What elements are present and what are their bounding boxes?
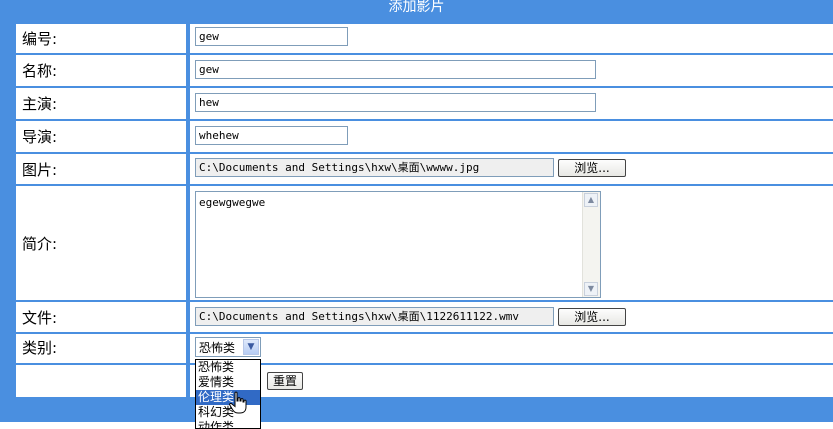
image-label: 图片:	[22, 161, 58, 179]
category-option[interactable]: 爱情类	[196, 375, 260, 390]
image-path-input[interactable]: C:\Documents and Settings\hxw\桌面\wwww.jp…	[195, 158, 554, 177]
intro-textarea[interactable]: egewgwegwe ▲ ▼	[195, 191, 601, 298]
starring-label: 主演:	[22, 95, 58, 113]
form-footer-bar	[16, 402, 833, 422]
scroll-up-icon[interactable]: ▲	[584, 193, 598, 207]
row-intro: 简介: egewgwegwe ▲ ▼	[16, 186, 833, 300]
intro-label: 简介:	[22, 235, 58, 253]
category-option[interactable]: 恐怖类	[196, 360, 260, 375]
row-category: 类别: 恐怖类 ▼	[16, 334, 833, 363]
row-starring: 主演: hew	[16, 88, 833, 119]
form-title: 添加影片	[388, 0, 445, 15]
file-browse-button[interactable]: 浏览...	[558, 308, 626, 326]
image-browse-button[interactable]: 浏览...	[558, 159, 626, 177]
category-label: 类别:	[22, 339, 58, 357]
file-label: 文件:	[22, 309, 58, 327]
category-selected: 恐怖类	[199, 341, 236, 355]
form-frame: 添加影片 编号: gew 名称: gew 主演: hew 导演: whehew …	[0, 0, 833, 422]
reset-button[interactable]: 重置	[267, 372, 303, 390]
intro-text: egewgwegwe	[199, 196, 266, 209]
starring-input[interactable]: hew	[195, 93, 596, 112]
row-actions: 重置	[16, 365, 833, 397]
row-name: 名称: gew	[16, 55, 833, 86]
chevron-down-icon[interactable]: ▼	[243, 339, 259, 355]
category-option[interactable]: 动作类	[196, 420, 260, 428]
scroll-down-icon[interactable]: ▼	[584, 282, 598, 296]
code-input[interactable]: gew	[195, 27, 348, 46]
director-input[interactable]: whehew	[195, 126, 348, 145]
category-select[interactable]: 恐怖类 ▼	[195, 337, 261, 357]
row-file: 文件: C:\Documents and Settings\hxw\桌面\112…	[16, 302, 833, 332]
row-image: 图片: C:\Documents and Settings\hxw\桌面\www…	[16, 154, 833, 184]
hand-cursor-icon	[229, 391, 247, 414]
intro-scrollbar[interactable]: ▲ ▼	[582, 192, 600, 297]
file-path-input[interactable]: C:\Documents and Settings\hxw\桌面\1122611…	[195, 307, 554, 326]
name-label: 名称:	[22, 62, 58, 80]
code-label: 编号:	[22, 30, 58, 48]
director-label: 导演:	[22, 128, 58, 146]
name-input[interactable]: gew	[195, 60, 596, 79]
row-code: 编号: gew	[16, 24, 833, 53]
row-director: 导演: whehew	[16, 121, 833, 152]
